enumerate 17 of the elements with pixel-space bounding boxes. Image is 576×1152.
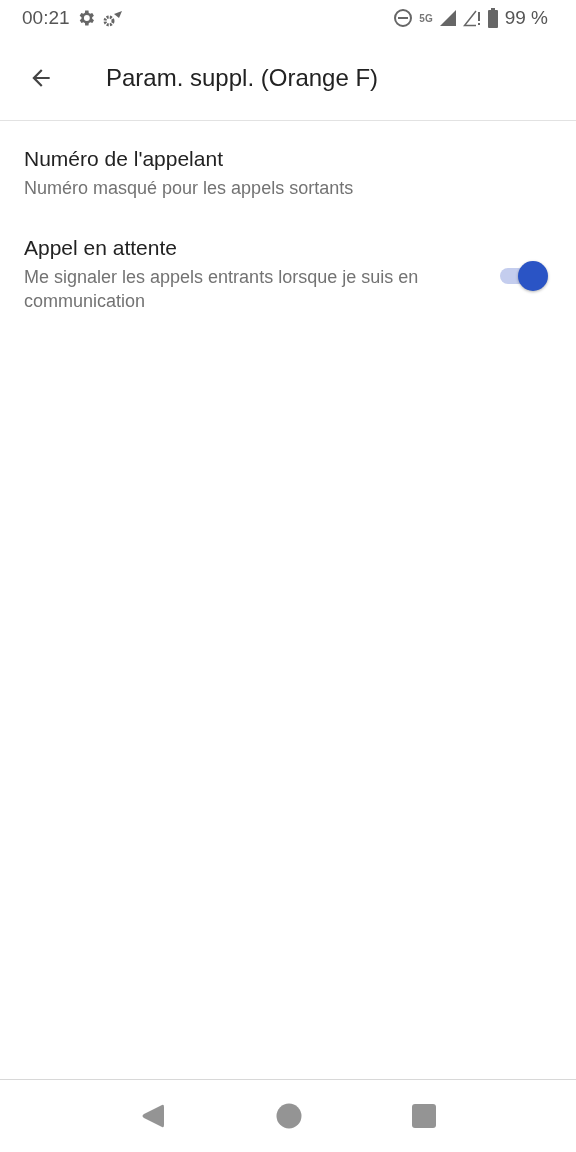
setting-item[interactable]: Appel en attente Me signaler les appels entrants lorsque je suis en communication — [0, 236, 576, 350]
battery-percent: 99 % — [504, 7, 548, 29]
setting-summary: Numéro masqué pour les appels sortants — [24, 177, 355, 200]
setting-title: Numéro de l'appelant — [24, 147, 224, 171]
network-label: 5G — [419, 12, 433, 24]
signal-alert-icon — [462, 9, 481, 27]
setting-item[interactable]: Numéro de l'appelant Numéro masqué pour les appels sortants — [0, 147, 576, 237]
screen-title: Param. suppl. (Orange F) — [106, 64, 379, 92]
setting-summary: Me signaler les appels entrants lorsque je suis en communication — [24, 266, 420, 313]
home-circle-icon[interactable] — [276, 1103, 302, 1129]
status-time: 00:21 — [22, 7, 70, 29]
gear-signal-icon — [101, 8, 124, 28]
do-not-disturb-icon — [393, 8, 414, 28]
setting-title: Appel en attente — [24, 236, 178, 261]
battery-icon — [486, 8, 499, 28]
signal-icon — [438, 9, 457, 27]
back-triangle-icon[interactable] — [140, 1102, 166, 1130]
